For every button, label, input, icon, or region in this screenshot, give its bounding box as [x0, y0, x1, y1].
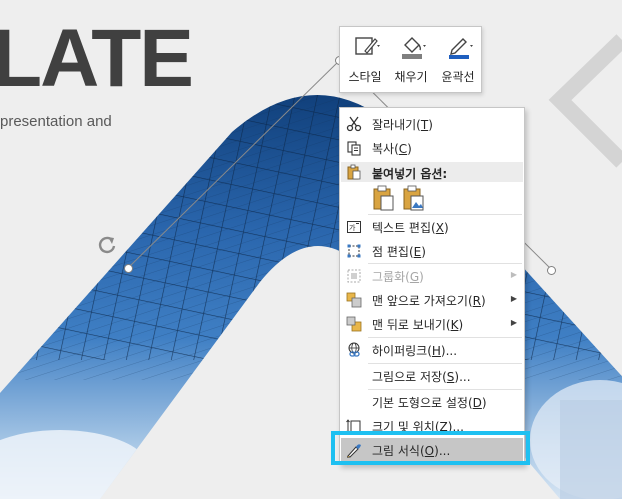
menu-item-group: 그룹화(G) ▶: [341, 264, 523, 288]
size-position-icon: [346, 419, 361, 434]
menu-item-set-default-shape[interactable]: 기본 도형으로 설정(D): [341, 390, 523, 414]
building-photo: [0, 95, 622, 499]
paste-keep-source-icon[interactable]: [372, 185, 396, 211]
fill-button-label: 채우기: [394, 70, 428, 84]
slide-subtitle: presentation and: [0, 113, 112, 130]
style-button[interactable]: 스타일: [343, 31, 387, 89]
fill-button[interactable]: 채우기: [389, 31, 433, 89]
paste-options-header: 붙여넣기 옵션:: [341, 162, 523, 182]
edit-points-icon: [347, 244, 361, 258]
menu-item-edit-text[interactable]: 가 텍스트 편집(X): [341, 215, 523, 239]
edit-text-icon: 가: [347, 221, 361, 233]
submenu-arrow-icon: ▶: [510, 318, 517, 327]
menu-item-format-picture[interactable]: 그림 서식(O)...: [341, 438, 523, 462]
scissors-icon: [346, 116, 362, 132]
outline-button[interactable]: 윤곽선: [436, 31, 480, 89]
copy-icon: [347, 141, 361, 156]
submenu-arrow-icon: ▶: [510, 270, 517, 279]
bring-to-front-icon: [346, 292, 362, 308]
slide-title: LATE: [0, 13, 194, 104]
rotate-handle-icon[interactable]: [96, 234, 118, 256]
menu-item-copy[interactable]: 복사(C): [341, 136, 523, 160]
shape-style-icon: [355, 37, 380, 55]
context-menu: 잘라내기(T) 복사(C) 붙여넣기 옵션: 가 텍스트 편집(X) 점 편집(…: [339, 107, 525, 465]
menu-item-cut[interactable]: 잘라내기(T): [341, 112, 523, 136]
send-to-back-icon: [346, 316, 362, 332]
style-button-label: 스타일: [348, 70, 382, 84]
menu-item-bring-to-front[interactable]: 맨 앞으로 가져오기(R) ▶: [341, 288, 523, 312]
selection-handle-left[interactable]: [124, 264, 133, 273]
slide-canvas: LATE presentation and: [0, 0, 622, 499]
menu-item-save-as-picture[interactable]: 그림으로 저장(S)...: [341, 364, 523, 388]
menu-item-hyperlink[interactable]: 하이퍼링크(H)...: [341, 338, 523, 362]
menu-item-size-position[interactable]: 크기 및 위치(Z)...: [341, 414, 523, 438]
menu-item-send-to-back[interactable]: 맨 뒤로 보내기(K) ▶: [341, 312, 523, 336]
paste-as-picture-icon[interactable]: [402, 185, 426, 211]
fill-bucket-icon: [402, 37, 426, 59]
mini-toolbar: 스타일 채우기 윤곽선: [339, 26, 482, 93]
outline-button-label: 윤곽선: [441, 70, 475, 84]
svg-text:가: 가: [349, 223, 356, 232]
paste-icon: [347, 164, 361, 180]
submenu-arrow-icon: ▶: [510, 294, 517, 303]
outline-pen-icon: [449, 38, 473, 59]
menu-item-edit-points[interactable]: 점 편집(E): [341, 239, 523, 263]
hyperlink-icon: [348, 342, 360, 357]
selection-handle-right[interactable]: [547, 266, 556, 275]
format-picture-icon: [347, 444, 361, 458]
group-icon: [347, 269, 361, 283]
